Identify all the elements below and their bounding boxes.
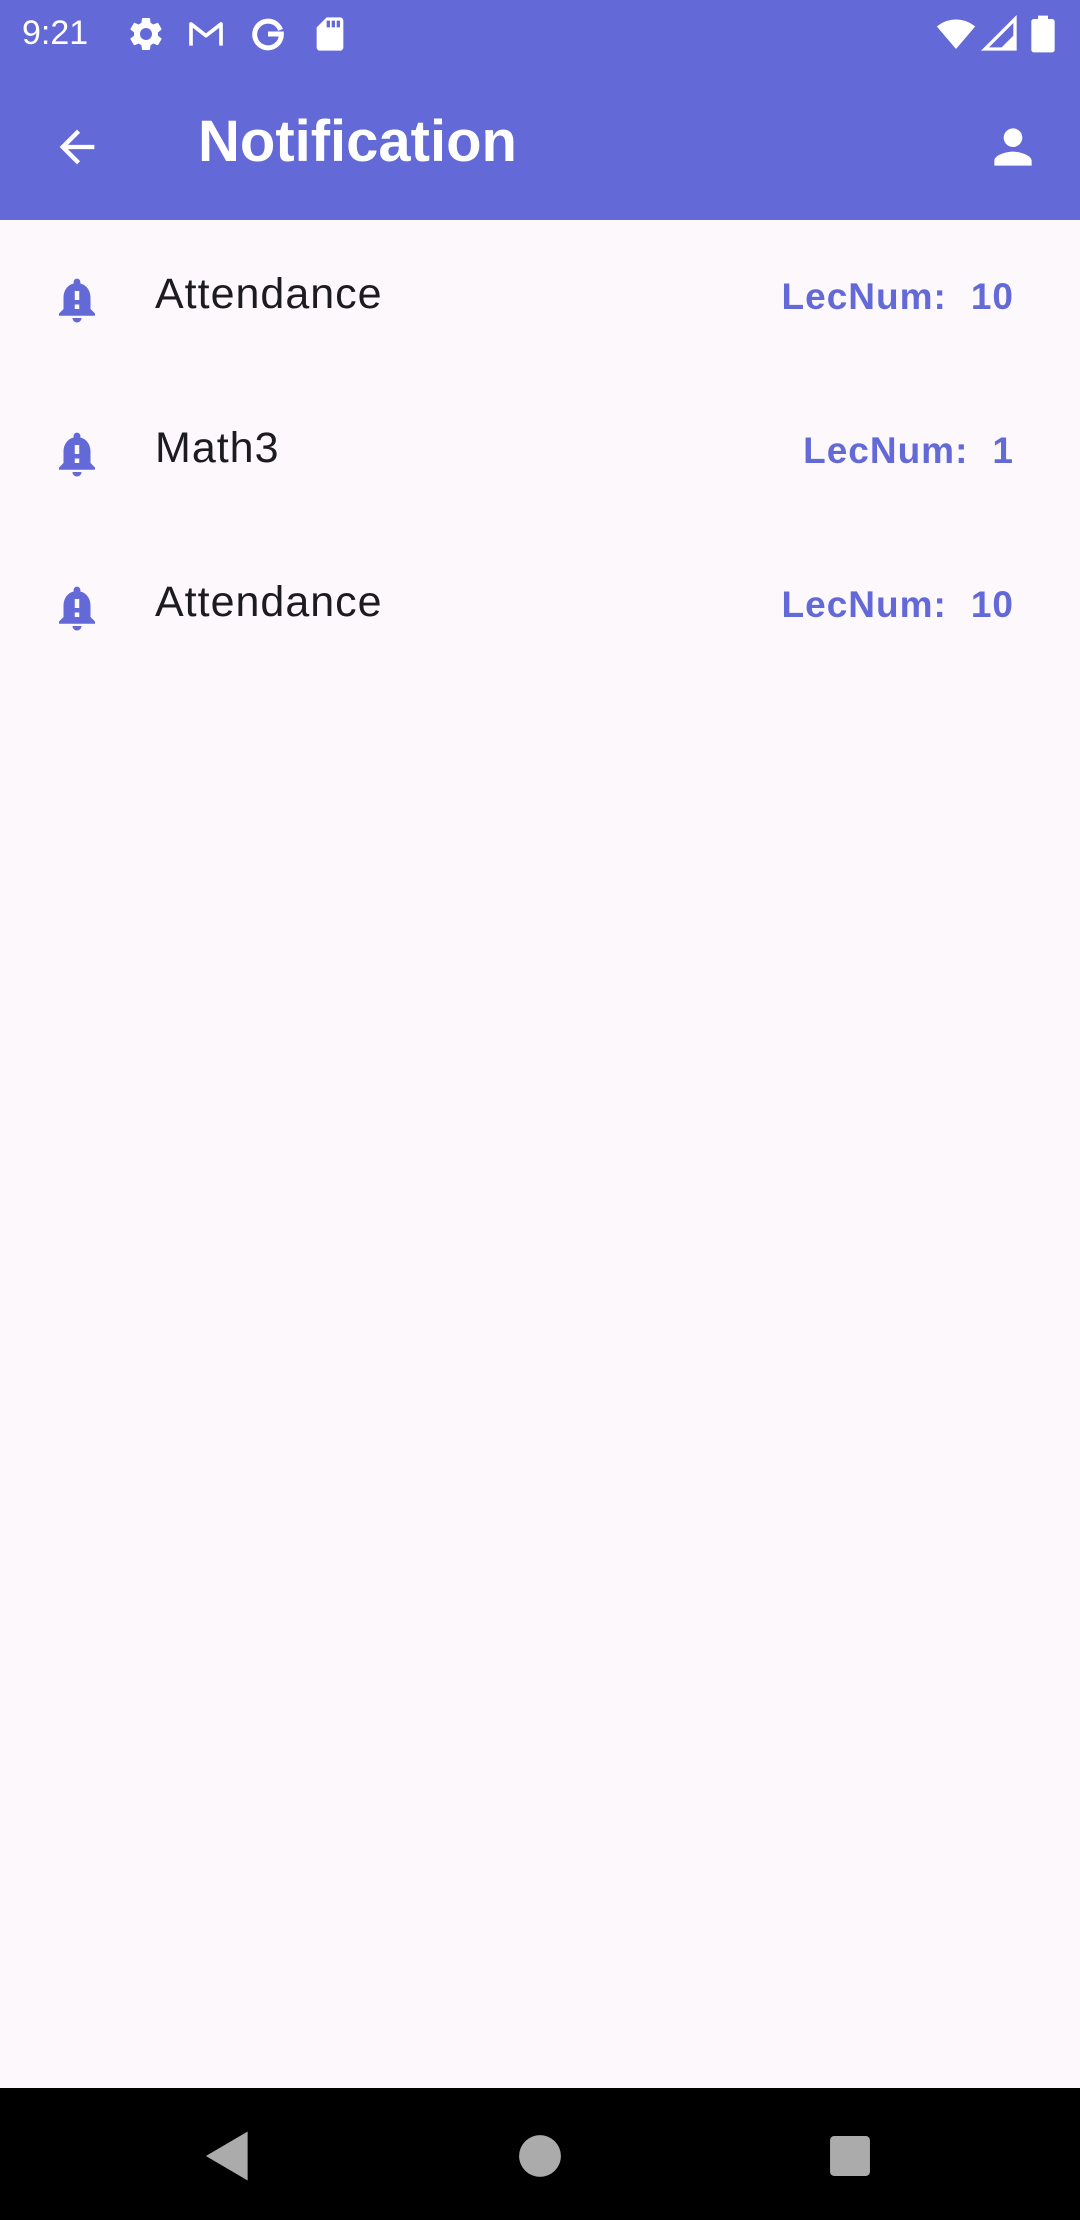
lecture-number-label: LecNum: [781,584,947,625]
profile-button[interactable] [976,110,1050,184]
page-title: Notification [198,109,517,174]
back-triangle-icon [205,2131,248,2181]
lecture-number-label: LecNum: [781,276,947,317]
notification-item[interactable]: Math3 LecNum: 1 [0,374,1080,528]
nav-back-button[interactable] [196,2124,260,2188]
nav-home-button[interactable] [508,2124,572,2188]
sd-card-icon [310,14,350,54]
status-time: 9:21 [22,14,89,52]
navigation-bar [0,2088,1080,2220]
notification-title: Attendance [155,578,383,626]
google-icon [248,14,288,54]
wifi-icon [936,14,976,54]
notification-item[interactable]: Attendance LecNum: 10 [0,220,1080,374]
person-icon [994,128,1032,166]
lecture-number: LecNum: 10 [782,580,1014,630]
notification-screen: 9:21 Notification Attendance LecNum: 10 … [0,0,1080,2220]
arrow-back-icon [59,129,95,165]
notification-list: Attendance LecNum: 10 Math3 LecNum: 1 Atte… [0,220,1080,682]
recents-square-icon [830,2136,870,2176]
settings-icon [126,14,166,54]
back-button[interactable] [40,110,114,184]
nav-recents-button[interactable] [818,2124,882,2188]
status-bar: 9:21 [0,0,1080,66]
signal-icon [980,14,1020,54]
notification-title: Attendance [155,270,383,318]
lecture-number-value: 10 [970,276,1014,317]
bell-alert-icon [50,270,104,330]
lecture-number: LecNum: 1 [803,426,1014,476]
notification-title: Math3 [155,424,280,472]
app-bar: Notification [0,66,1080,220]
lecture-number-value: 1 [992,430,1014,471]
notification-item[interactable]: Attendance LecNum: 10 [0,528,1080,682]
home-circle-icon [519,2135,561,2177]
bell-alert-icon [50,424,104,484]
lecture-number-value: 10 [970,584,1014,625]
lecture-number-label: LecNum: [803,430,969,471]
gmail-icon [186,14,226,54]
bell-alert-icon [50,578,104,638]
battery-icon [1030,14,1056,54]
lecture-number: LecNum: 10 [782,272,1014,322]
